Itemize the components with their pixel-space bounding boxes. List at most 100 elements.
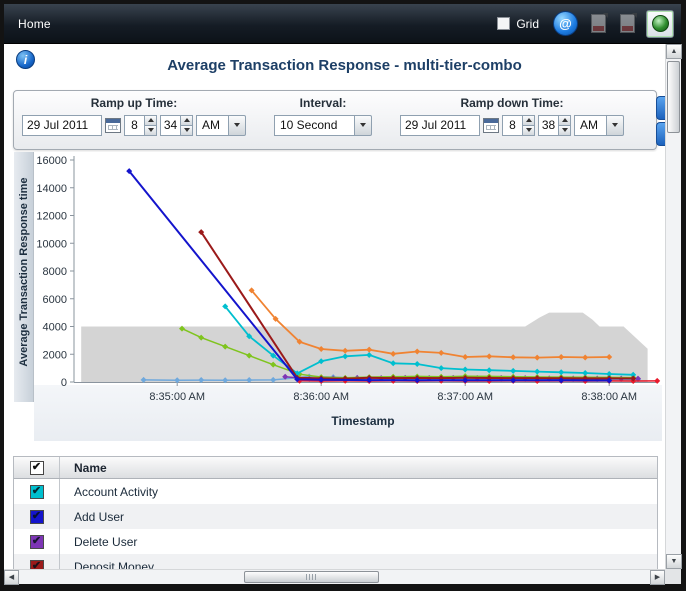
name-column-header[interactable]: Name [60, 461, 107, 475]
breadcrumb-home[interactable]: Home [18, 17, 51, 31]
ramp-up-ampm-dropdown[interactable]: AM [196, 115, 246, 136]
ramp-up-date-input[interactable] [22, 115, 102, 136]
ramp-up-label: Ramp up Time: [22, 96, 246, 113]
hour-down-button[interactable] [522, 126, 535, 136]
series-checkbox-cell: ✔ [14, 479, 60, 504]
calendar-icon[interactable] [105, 118, 121, 133]
scroll-up-button[interactable]: ▲ [666, 44, 682, 59]
horizontal-scroll-thumb[interactable] [244, 571, 379, 583]
scroll-down-button[interactable]: ▼ [666, 554, 682, 569]
series-checkbox-cell: ✔ [14, 554, 60, 569]
scroll-left-button[interactable]: ◀ [4, 570, 19, 585]
series-name: Delete User [60, 535, 137, 549]
down-arrow-icon [562, 128, 568, 132]
series-checkbox[interactable]: ✔ [30, 560, 44, 570]
y-tick-label: 2000 [43, 349, 67, 361]
minute-down-button[interactable] [180, 126, 193, 136]
table-row: ✔ Add User [14, 504, 657, 529]
ramp-down-group: Ramp down Time: AM [400, 96, 624, 149]
y-tick-label: 4000 [43, 322, 67, 334]
chart-svg: 02000400060008000100001200014000160008:3… [14, 152, 662, 452]
table-row: ✔ Deposit Money [14, 554, 657, 569]
chart-panel: Average Transaction Response time 020004… [14, 152, 662, 452]
dropdown-button[interactable] [606, 115, 624, 136]
select-all-checkbox[interactable]: ✔ [30, 461, 44, 475]
window-content: Home Grid @ i Average Transac [4, 4, 681, 584]
clipped-blue-button-bottom[interactable] [656, 122, 665, 146]
interval-label: Interval: [274, 96, 372, 113]
ramp-down-label: Ramp down Time: [400, 96, 624, 113]
series-name: Add User [60, 510, 124, 524]
hour-down-button[interactable] [144, 126, 157, 136]
down-arrow-icon [148, 128, 154, 132]
series-checkbox[interactable]: ✔ [30, 535, 44, 549]
minute-down-button[interactable] [558, 126, 571, 136]
y-tick-label: 10000 [36, 238, 67, 250]
x-tick-label: 8:35:00 AM [149, 391, 205, 403]
vertical-scroll-thumb[interactable] [667, 61, 680, 133]
chevron-down-icon [360, 123, 366, 127]
series-checkbox[interactable]: ✔ [30, 510, 44, 524]
interval-group: Interval: 10 Second [274, 96, 372, 149]
dropdown-button[interactable] [228, 115, 246, 136]
calendar-icon[interactable] [483, 118, 499, 133]
record-target-button[interactable] [646, 10, 674, 38]
email-at-icon[interactable]: @ [553, 11, 578, 36]
y-tick-label: 6000 [43, 294, 67, 306]
y-tick-label: 12000 [36, 211, 67, 223]
series-checkbox-cell: ✔ [14, 504, 60, 529]
dropdown-button[interactable] [354, 115, 372, 136]
ramp-down-hour-input[interactable] [502, 115, 522, 136]
scroll-right-button[interactable]: ▶ [650, 570, 665, 585]
grid-checkbox-label: Grid [516, 17, 539, 31]
app-window: Home Grid @ i Average Transac [0, 0, 686, 591]
ramp-down-minute-stepper [538, 115, 571, 136]
legend-table: ✔ Name ✔ Account Activity ✔ Add User ✔ Delete… [13, 456, 658, 569]
legend-header-row: ✔ Name [14, 457, 657, 479]
grid-checkbox[interactable] [497, 17, 510, 30]
up-arrow-icon [148, 118, 154, 122]
page-title: Average Transaction Response - multi-tie… [44, 44, 645, 88]
ramp-down-minute-input[interactable] [538, 115, 558, 136]
up-arrow-icon [526, 118, 532, 122]
title-row: i Average Transaction Response - multi-t… [4, 44, 665, 88]
ramp-down-date-input[interactable] [400, 115, 480, 136]
interval-dropdown[interactable]: 10 Second [274, 115, 372, 136]
clipped-blue-button-top[interactable] [656, 96, 665, 120]
y-tick-label: 16000 [36, 155, 67, 167]
legend-body: ✔ Account Activity ✔ Add User ✔ Delete User ✔ D… [14, 479, 657, 569]
vertical-scrollbar[interactable]: ▲ ▼ [665, 44, 681, 569]
pdf-fold-shape [603, 13, 608, 18]
minute-up-button[interactable] [180, 115, 193, 126]
series-name: Account Activity [60, 485, 158, 499]
export-pdf-icon [588, 12, 610, 36]
scrollbar-corner [665, 569, 681, 584]
chevron-down-icon [234, 123, 240, 127]
series-checkbox[interactable]: ✔ [30, 485, 44, 499]
table-row: ✔ Account Activity [14, 479, 657, 504]
time-controls-panel: Ramp up Time: AM [13, 90, 657, 150]
down-arrow-icon [184, 128, 190, 132]
ampm-value: AM [574, 115, 606, 136]
ramp-down-ampm-dropdown[interactable]: AM [574, 115, 624, 136]
chevron-down-icon [612, 123, 618, 127]
x-tick-label: 8:36:00 AM [293, 391, 349, 403]
info-icon[interactable]: i [16, 50, 35, 69]
down-arrow-icon [526, 128, 532, 132]
ramp-up-minute-input[interactable] [160, 115, 180, 136]
up-arrow-icon [184, 118, 190, 122]
horizontal-scrollbar[interactable]: ◀ ▶ [4, 569, 665, 584]
x-tick-label: 8:38:00 AM [581, 391, 637, 403]
ramp-up-hour-input[interactable] [124, 115, 144, 136]
hour-up-button[interactable] [522, 115, 535, 126]
minute-up-button[interactable] [558, 115, 571, 126]
hour-up-button[interactable] [144, 115, 157, 126]
x-tick-label: 8:37:00 AM [437, 391, 493, 403]
ramp-down-hour-stepper [502, 115, 535, 136]
ramp-up-hour-stepper [124, 115, 157, 136]
up-arrow-icon [562, 118, 568, 122]
export-doc-icon [617, 12, 639, 36]
ramp-up-group: Ramp up Time: AM [22, 96, 246, 149]
y-tick-label: 0 [61, 377, 67, 389]
series-name: Deposit Money [60, 560, 154, 570]
